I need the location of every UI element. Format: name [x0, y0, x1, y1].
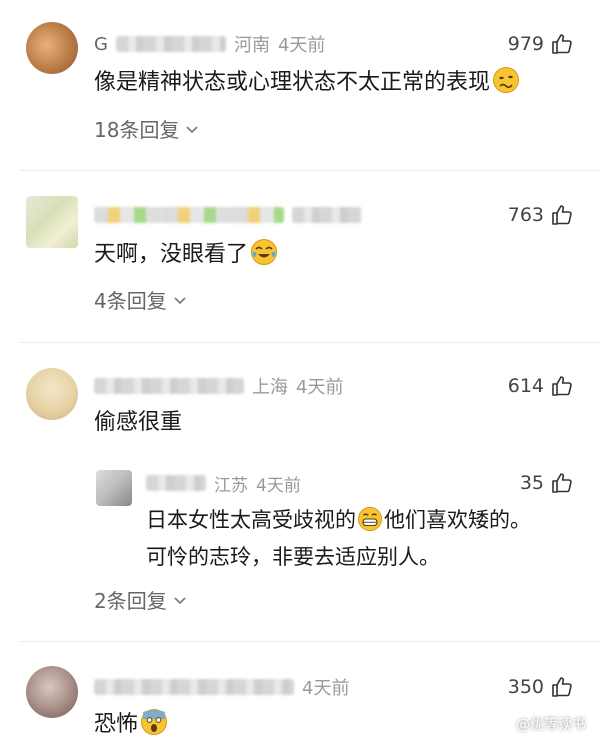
comment-author[interactable]	[94, 203, 362, 227]
reply-location: 江苏	[214, 475, 248, 496]
comment-author[interactable]: G 河南 4天前	[94, 32, 326, 57]
comment-author[interactable]: 4天前	[94, 675, 349, 699]
crying-laughing-face-icon	[250, 238, 278, 275]
reply-like-button[interactable]: 35	[520, 469, 574, 497]
comment-location: 河南	[233, 35, 270, 56]
divider	[20, 641, 600, 642]
like-button[interactable]: 350	[508, 673, 574, 701]
comment-body: 天啊，没眼看了	[94, 242, 249, 267]
comment-body: 恐怖	[94, 712, 139, 737]
author-name-prefix: G	[94, 33, 108, 55]
chevron-down-icon	[174, 596, 186, 604]
like-count: 979	[507, 33, 544, 55]
chevron-down-icon	[186, 125, 199, 133]
comment-body: 偷感很重	[94, 410, 183, 435]
comment-author[interactable]: 上海 4天前	[94, 374, 343, 398]
avatar[interactable]	[26, 368, 78, 420]
screaming-face-icon	[140, 708, 168, 745]
replies-toggle[interactable]: 2条回复	[94, 585, 187, 614]
comment-location: 上海	[252, 377, 288, 398]
divider	[20, 170, 600, 171]
blurred-username	[115, 36, 226, 52]
reply-line-1: 日本女性太高受歧视的 他们喜欢矮的。	[146, 504, 531, 541]
avatar[interactable]	[26, 22, 78, 74]
comment-time: 4天前	[296, 377, 344, 398]
comment-time: 4天前	[302, 678, 350, 699]
comment-text: 像是精神状态或心理状态不太正常的表现	[94, 66, 520, 103]
blurred-username	[146, 475, 206, 491]
thumbs-up-icon	[552, 473, 572, 493]
like-count: 614	[507, 375, 544, 397]
like-count: 763	[507, 204, 544, 226]
like-button[interactable]: 614	[508, 372, 574, 400]
replies-toggle[interactable]: 18条回复	[94, 114, 199, 143]
watermark-logo-icon	[496, 716, 512, 732]
comment-text: 偷感很重	[94, 408, 182, 438]
avatar[interactable]	[26, 196, 78, 248]
woozy-face-icon	[492, 66, 520, 103]
reply-text: 日本女性太高受歧视的 他们喜欢矮的。 可怜的志玲，非要去适应别人。	[146, 504, 531, 573]
chevron-down-icon	[174, 296, 186, 304]
thumbs-up-icon	[552, 677, 572, 697]
comment-time: 4天前	[277, 35, 326, 56]
replies-toggle[interactable]: 4条回复	[94, 285, 187, 314]
reply-line-2: 可怜的志玲，非要去适应别人。	[146, 545, 440, 569]
like-button[interactable]: 979	[508, 30, 574, 58]
thumbs-up-icon	[552, 34, 572, 54]
comment-text: 恐怖	[94, 708, 168, 745]
blurred-username	[94, 679, 294, 695]
replies-count: 4条回复	[94, 289, 167, 313]
comment-body: 像是精神状态或心理状态不太正常的表现	[94, 70, 491, 95]
watermark: @优等读书	[496, 714, 586, 734]
watermark-text: @优等读书	[516, 717, 586, 733]
blurred-username	[94, 207, 284, 223]
grinning-face-icon	[357, 506, 383, 541]
divider	[20, 342, 600, 343]
like-count: 350	[507, 676, 544, 698]
avatar[interactable]	[26, 666, 78, 718]
reply-body-part1: 日本女性太高受歧视的	[146, 508, 356, 532]
reply-author[interactable]: 江苏 4天前	[146, 471, 301, 496]
thumbs-up-icon	[552, 376, 572, 396]
like-count: 35	[519, 472, 544, 494]
reply-avatar[interactable]	[96, 470, 132, 506]
replies-count: 2条回复	[94, 589, 167, 613]
reply-body-part2: 他们喜欢矮的。	[384, 508, 531, 532]
thumbs-up-icon	[552, 205, 572, 225]
blurred-location	[292, 207, 362, 223]
replies-count: 18条回复	[94, 118, 180, 142]
like-button[interactable]: 763	[508, 201, 574, 229]
blurred-username	[94, 378, 244, 394]
comment-text: 天啊，没眼看了	[94, 238, 278, 275]
reply-time: 4天前	[256, 475, 301, 496]
